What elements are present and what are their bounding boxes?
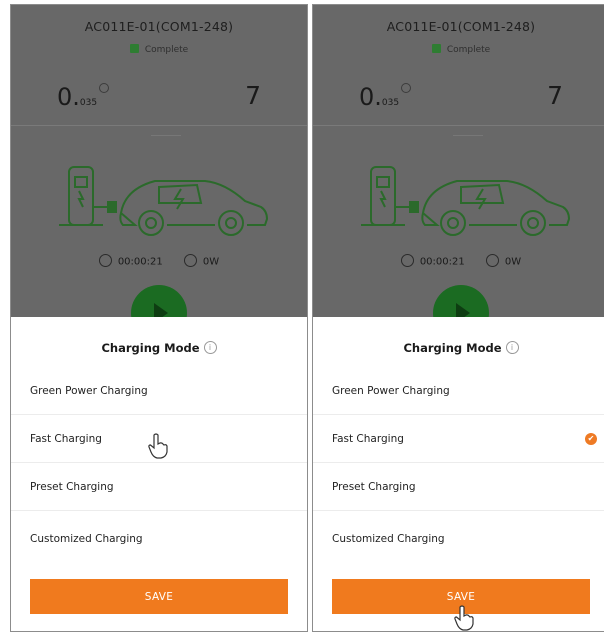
energy-info-icon — [99, 83, 110, 93]
sheet-title: Charging Mode i — [313, 341, 604, 355]
sheet-title: Charging Mode i — [11, 341, 307, 355]
hand-cursor-icon — [148, 433, 168, 459]
count-value: 7 — [245, 81, 261, 110]
power-value: 0W — [504, 256, 522, 268]
info-icon[interactable]: i — [203, 341, 217, 354]
charger-car-icon — [361, 166, 571, 236]
mode-option-customized[interactable]: Customized Charging — [11, 515, 307, 563]
status-check-icon — [129, 44, 139, 53]
power-value: 0W — [202, 256, 220, 268]
mode-option-label: Green Power Charging — [332, 384, 450, 397]
status-check-icon — [431, 44, 441, 53]
sheet-title-text: Charging Mode — [101, 341, 200, 355]
clock-icon — [400, 254, 414, 267]
hand-cursor-icon — [454, 605, 474, 631]
charging-status-overlay: AC011E-01(COM1-248) Complete 0.035 7 00:… — [11, 5, 307, 317]
mode-option-label: Fast Charging — [30, 432, 102, 445]
mode-option-label: Green Power Charging — [30, 384, 148, 397]
status-row: Complete — [313, 44, 604, 55]
charging-status-overlay: AC011E-01(COM1-248) Complete 0.035 7 00:… — [313, 5, 604, 317]
info-icon[interactable]: i — [505, 341, 519, 354]
mode-option-label: Customized Charging — [332, 533, 445, 545]
phone-screen-left: AC011E-01(COM1-248) Complete 0.035 7 00:… — [10, 4, 308, 632]
energy-value: 0. — [359, 83, 382, 111]
device-id: AC011E-01(COM1-248) — [386, 19, 536, 34]
charger-car-icon — [59, 166, 269, 236]
elapsed-time: 00:00:21 — [419, 256, 465, 268]
energy-unit: 035 — [79, 98, 98, 108]
status-row: Complete — [11, 44, 307, 55]
time-power-row: 00:00:21 0W — [313, 254, 604, 268]
play-icon — [154, 303, 168, 317]
status-label: Complete — [446, 45, 491, 55]
mode-option-label: Fast Charging — [332, 432, 404, 445]
device-id: AC011E-01(COM1-248) — [84, 19, 234, 34]
count-value: 7 — [547, 81, 563, 110]
stats-divider — [313, 125, 604, 126]
mode-option-preset[interactable]: Preset Charging — [11, 463, 307, 511]
stats-divider — [11, 125, 307, 126]
elapsed-time: 00:00:21 — [117, 256, 163, 268]
energy-unit: 035 — [381, 98, 400, 108]
check-icon: ✔ — [585, 432, 597, 445]
mode-option-green-power[interactable]: Green Power Charging — [11, 367, 307, 415]
mode-option-preset[interactable]: Preset Charging — [313, 463, 604, 511]
play-icon — [456, 303, 470, 317]
time-power-row: 00:00:21 0W — [11, 254, 307, 268]
charging-mode-sheet: Charging Mode i Green Power Charging Fast… — [11, 317, 307, 631]
start-charging-button[interactable] — [131, 285, 187, 317]
start-charging-button[interactable] — [433, 285, 489, 317]
energy-value: 0. — [57, 83, 80, 111]
mode-option-green-power[interactable]: Green Power Charging — [313, 367, 604, 415]
energy-info-icon — [401, 83, 412, 93]
energy-stat: 0.035 — [359, 83, 412, 111]
clock-icon — [98, 254, 112, 267]
power-icon — [485, 254, 499, 267]
power-icon — [183, 254, 197, 267]
phone-screen-right: AC011E-01(COM1-248) Complete 0.035 7 00:… — [312, 4, 604, 632]
sheet-title-text: Charging Mode — [403, 341, 502, 355]
mode-option-label: Preset Charging — [30, 480, 114, 493]
stats-subdivider — [151, 135, 181, 136]
mode-option-fast[interactable]: Fast Charging ✔ — [313, 415, 604, 463]
mode-option-label: Customized Charging — [30, 533, 143, 545]
mode-option-label: Preset Charging — [332, 480, 416, 493]
save-button[interactable]: SAVE — [30, 579, 288, 614]
stats-subdivider — [453, 135, 483, 136]
status-label: Complete — [144, 45, 189, 55]
mode-option-customized[interactable]: Customized Charging — [313, 515, 604, 563]
energy-stat: 0.035 — [57, 83, 110, 111]
charging-mode-sheet: Charging Mode i Green Power Charging Fast… — [313, 317, 604, 631]
